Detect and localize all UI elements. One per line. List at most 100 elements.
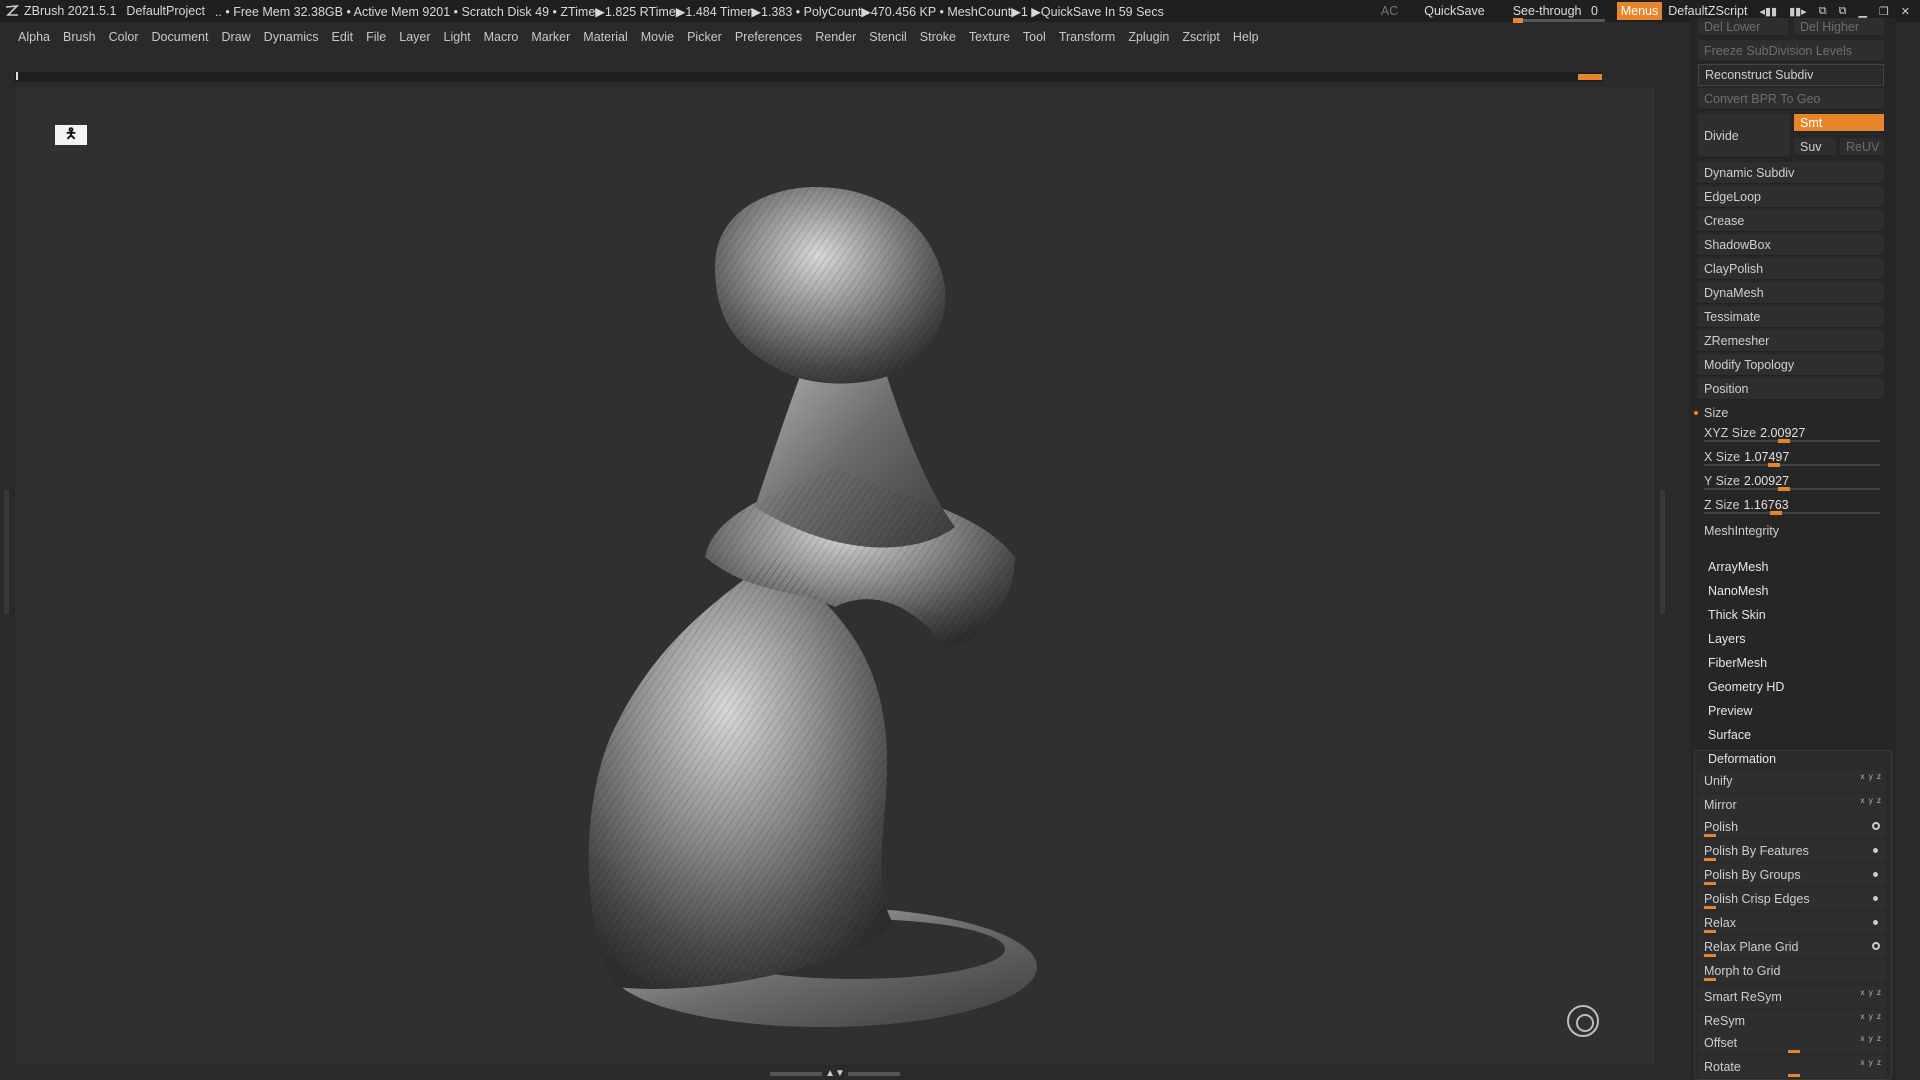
size-section-header[interactable]: Size (1694, 402, 1884, 424)
menu-brush[interactable]: Brush (63, 30, 96, 44)
menu-macro[interactable]: Macro (484, 30, 519, 44)
menu-stroke[interactable]: Stroke (920, 30, 956, 44)
layout-left-icon[interactable]: ◂▮▮ (1759, 5, 1777, 18)
suv-toggle[interactable]: Suv (1794, 138, 1836, 156)
zbrush-logo-icon[interactable] (4, 4, 20, 18)
del-lower-button[interactable]: Del Lower (1698, 18, 1788, 36)
y-size-slider[interactable]: Y Size 2.00927 (1698, 470, 1884, 492)
nanomesh-section[interactable]: NanoMesh (1708, 584, 1768, 598)
deformation-header[interactable]: Deformation (1708, 752, 1776, 766)
menu-dynamics[interactable]: Dynamics (264, 30, 319, 44)
menu-preferences[interactable]: Preferences (735, 30, 802, 44)
shadowbox-button[interactable]: ShadowBox (1698, 234, 1884, 256)
menu-transform[interactable]: Transform (1059, 30, 1116, 44)
zremesher-button[interactable]: ZRemesher (1698, 330, 1884, 352)
relax-plane-grid-slider[interactable]: Relax Plane Grid (1698, 936, 1886, 958)
project-name[interactable]: DefaultProject (126, 4, 205, 18)
surface-section[interactable]: Surface (1708, 728, 1751, 742)
offset-slider[interactable]: Offset x y z (1698, 1032, 1886, 1054)
fibermesh-section[interactable]: FiberMesh (1708, 656, 1767, 670)
smt-toggle[interactable]: Smt (1794, 114, 1884, 132)
menu-material[interactable]: Material (583, 30, 627, 44)
floating-window-icon[interactable]: ⧉ (1819, 5, 1827, 18)
preview-section[interactable]: Preview (1708, 704, 1752, 718)
divide-button[interactable]: Divide (1698, 114, 1790, 158)
arraymesh-section[interactable]: ArrayMesh (1708, 560, 1768, 574)
morph-to-grid-slider[interactable]: Morph to Grid (1698, 960, 1886, 982)
menu-color[interactable]: Color (109, 30, 139, 44)
ac-button[interactable]: AC (1381, 4, 1398, 18)
position-button[interactable]: Position (1698, 378, 1884, 400)
mesh-integrity-button[interactable]: MeshIntegrity (1698, 520, 1884, 542)
xyz-size-slider[interactable]: XYZ Size 2.00927 (1698, 422, 1884, 444)
document-canvas[interactable]: 🯅 (14, 86, 1656, 1066)
menu-stencil[interactable]: Stencil (869, 30, 907, 44)
x-size-slider[interactable]: X Size 1.07497 (1698, 446, 1884, 468)
geometry-hd-section[interactable]: Geometry HD (1708, 680, 1784, 694)
tessimate-button[interactable]: Tessimate (1698, 306, 1884, 328)
edgeloop-button[interactable]: EdgeLoop (1698, 186, 1884, 208)
close-icon[interactable]: ✕ (1901, 5, 1910, 18)
polish-slider[interactable]: Polish (1698, 816, 1886, 838)
see-through-value: 0 (1591, 4, 1598, 18)
thick-skin-section[interactable]: Thick Skin (1708, 608, 1766, 622)
menu-draw[interactable]: Draw (222, 30, 251, 44)
polish-crisp-edges-slider[interactable]: Polish Crisp Edges (1698, 888, 1886, 910)
navigation-gizmo-icon[interactable] (1567, 1005, 1599, 1037)
reconstruct-subdiv-button[interactable]: Reconstruct Subdiv (1698, 64, 1884, 86)
menu-file[interactable]: File (366, 30, 386, 44)
layout-right-icon[interactable]: ▮▮▸ (1789, 5, 1807, 18)
menu-alpha[interactable]: Alpha (18, 30, 50, 44)
menu-render[interactable]: Render (815, 30, 856, 44)
size-bullet-icon (1694, 411, 1698, 415)
tray-toggle-icon[interactable]: ▲▼ (825, 1069, 845, 1079)
z-size-value: 1.16763 (1743, 498, 1789, 512)
reuv-toggle[interactable]: ReUV (1840, 138, 1884, 156)
right-tray-handle[interactable] (1660, 490, 1665, 614)
resym-button[interactable]: ReSym x y z (1698, 1010, 1886, 1032)
default-zscript-button[interactable]: DefaultZScript (1668, 4, 1747, 18)
docked-window-icon[interactable]: ⧉ (1839, 5, 1847, 18)
dynamic-subdiv-button[interactable]: Dynamic Subdiv (1698, 162, 1884, 184)
del-higher-button[interactable]: Del Higher (1794, 18, 1884, 36)
rotate-slider[interactable]: Rotate x y z (1698, 1056, 1886, 1078)
minimize-icon[interactable]: ▁ (1858, 5, 1866, 18)
convert-bpr-button[interactable]: Convert BPR To Geo (1698, 88, 1884, 110)
relax-slider[interactable]: Relax (1698, 912, 1886, 934)
app-title: ZBrush 2021.5.1 (24, 4, 117, 18)
menu-help[interactable]: Help (1233, 30, 1259, 44)
crease-button[interactable]: Crease (1698, 210, 1884, 232)
unify-button[interactable]: Unify x y z (1698, 770, 1886, 792)
menu-zplugin[interactable]: Zplugin (1128, 30, 1169, 44)
polish-by-groups-slider[interactable]: Polish By Groups (1698, 864, 1886, 886)
menu-zscript[interactable]: Zscript (1182, 30, 1220, 44)
menu-texture[interactable]: Texture (969, 30, 1010, 44)
modify-topology-button[interactable]: Modify Topology (1698, 354, 1884, 376)
bottom-tray-handle[interactable]: ▲▼ (770, 1069, 900, 1079)
freeze-subdivision-button[interactable]: Freeze SubDivision Levels (1698, 40, 1884, 62)
layers-section[interactable]: Layers (1708, 632, 1746, 646)
menu-picker[interactable]: Picker (687, 30, 722, 44)
menu-movie[interactable]: Movie (641, 30, 674, 44)
claypolish-button[interactable]: ClayPolish (1698, 258, 1884, 280)
menu-edit[interactable]: Edit (332, 30, 354, 44)
menu-marker[interactable]: Marker (531, 30, 570, 44)
menu-layer[interactable]: Layer (399, 30, 430, 44)
see-through-slider[interactable]: See-through 0 (1512, 4, 1605, 23)
timeline-track[interactable] (14, 72, 1602, 82)
tool-geometry-panel: Del Lower Del Higher Freeze SubDivision … (1690, 18, 1896, 1080)
restore-icon[interactable]: ❐ (1879, 5, 1889, 18)
menu-light[interactable]: Light (444, 30, 471, 44)
polish-by-features-slider[interactable]: Polish By Features (1698, 840, 1886, 862)
mirror-button[interactable]: Mirror x y z (1698, 794, 1886, 816)
smart-resym-button[interactable]: Smart ReSym x y z (1698, 986, 1886, 1008)
z-size-slider[interactable]: Z Size 1.16763 (1698, 494, 1884, 516)
menus-toggle-button[interactable]: Menus (1616, 2, 1663, 20)
left-tray-handle[interactable] (4, 490, 9, 614)
timeline-marker[interactable] (1578, 74, 1602, 80)
dynamesh-button[interactable]: DynaMesh (1698, 282, 1884, 304)
quicksave-button[interactable]: QuickSave (1424, 4, 1484, 18)
menu-document[interactable]: Document (152, 30, 209, 44)
xyz-size-value: 2.00927 (1760, 426, 1806, 440)
menu-tool[interactable]: Tool (1023, 30, 1046, 44)
